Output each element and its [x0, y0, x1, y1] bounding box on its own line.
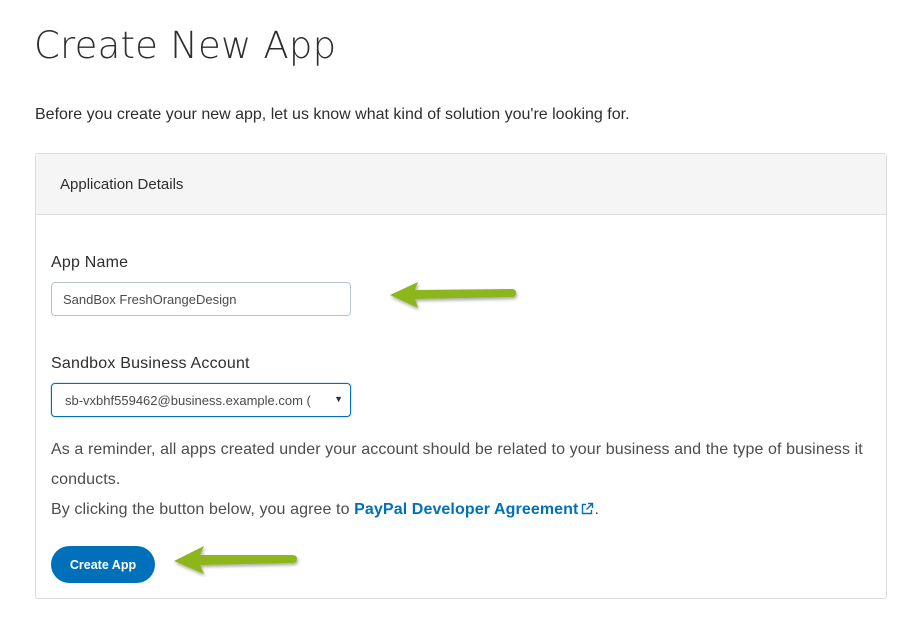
app-name-label: App Name: [51, 254, 129, 271]
agreement-text: By clicking the button below, you agree …: [51, 495, 599, 525]
reminder-text: As a reminder, all apps created under yo…: [51, 441, 863, 488]
dropdown-arrow-icon: ▼: [334, 394, 343, 404]
business-account-label: Sandbox Business Account: [51, 355, 250, 372]
green-arrow-icon: [390, 282, 516, 308]
application-details-panel: Application Details App Name Sandbox Bus…: [35, 153, 887, 599]
business-account-select[interactable]: sb-vxbhf559462@business.example.com ( ▼: [51, 383, 351, 417]
agreement-suffix: .: [594, 501, 600, 518]
app-name-input[interactable]: [51, 282, 351, 316]
green-arrow-icon: [174, 546, 297, 574]
developer-agreement-link-label: PayPal Developer Agreement: [354, 501, 579, 518]
panel-header: Application Details: [36, 154, 886, 215]
page-intro: Before you create your new app, let us k…: [35, 106, 630, 123]
create-app-button[interactable]: Create App: [51, 546, 155, 583]
page-title: Create New App: [34, 24, 337, 67]
developer-agreement-link[interactable]: PayPal Developer Agreement: [354, 501, 594, 518]
agreement-prefix: By clicking the button below, you agree …: [51, 501, 355, 518]
external-link-icon: [582, 502, 594, 515]
business-account-selected: sb-vxbhf559462@business.example.com (: [65, 392, 311, 408]
